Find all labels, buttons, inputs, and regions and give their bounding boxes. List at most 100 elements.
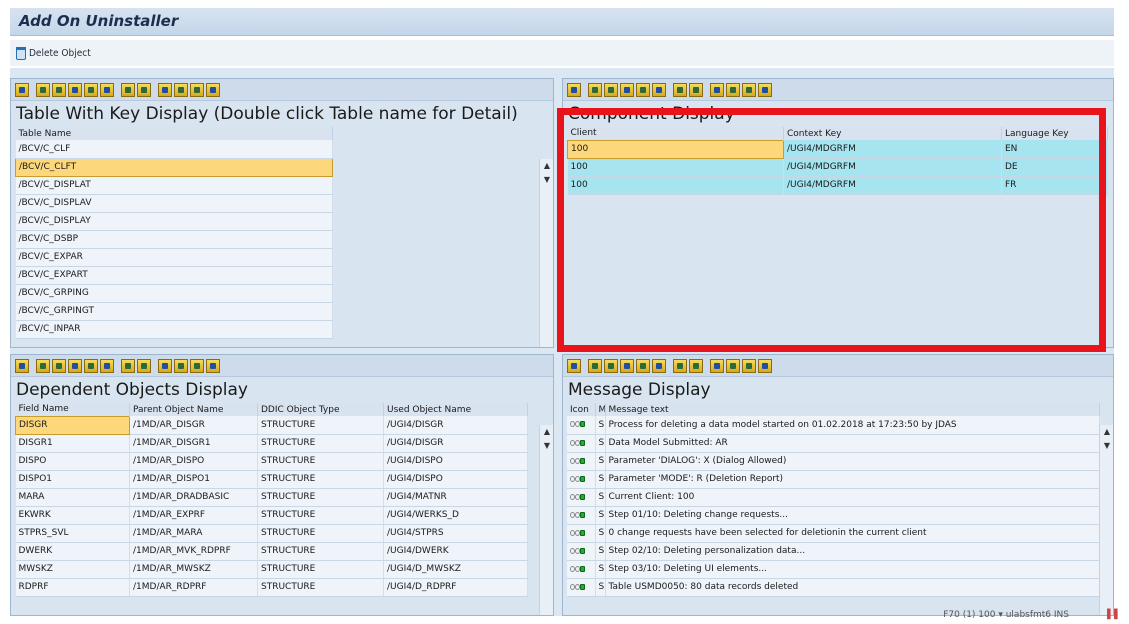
find-next-icon[interactable] — [84, 358, 98, 373]
subtotal-icon[interactable] — [689, 358, 703, 373]
scroll-up-icon[interactable]: ▲ — [1100, 425, 1113, 439]
parent-object-cell[interactable]: /1MD/AR_RDPRF — [129, 578, 258, 597]
table-row[interactable]: S Data Model Submitted: AR — [567, 434, 1100, 453]
table-row[interactable]: DISPO1/1MD/AR_DISPO1 STRUCTURE/UGI4/DISPO — [15, 470, 528, 489]
parent-object-cell[interactable]: /1MD/AR_MVK_RDPRF — [129, 542, 258, 561]
table-row[interactable]: RDPRF/1MD/AR_RDPRF STRUCTURE/UGI4/D_RDPRF — [15, 578, 528, 597]
column-header[interactable]: Icon — [567, 403, 596, 416]
sort-asc-icon[interactable] — [36, 358, 50, 373]
used-object-cell[interactable]: /UGI4/DISGR — [383, 434, 528, 453]
field-name-cell[interactable]: DISPO1 — [15, 470, 130, 489]
table-row[interactable]: MARA/1MD/AR_DRADBASIC STRUCTURE/UGI4/MATN… — [15, 488, 528, 507]
print-icon[interactable] — [158, 358, 172, 373]
subtotal-icon[interactable] — [137, 82, 151, 97]
layout-icon[interactable] — [758, 358, 772, 373]
views-icon[interactable] — [726, 82, 740, 97]
message-text-cell[interactable]: Parameter 'MODE': R (Deletion Report) — [605, 470, 1100, 489]
vertical-scrollbar[interactable]: ▲ ▼ — [539, 425, 553, 615]
field-name-cell[interactable]: RDPRF — [15, 578, 130, 597]
table-row[interactable]: /BCV/C_GRPING — [15, 284, 333, 303]
sum-icon[interactable] — [121, 358, 135, 373]
table-row[interactable]: /BCV/C_CLF — [15, 140, 333, 159]
sort-asc-icon[interactable] — [36, 82, 50, 97]
table-row[interactable]: /BCV/C_CLFT — [15, 157, 333, 177]
column-header[interactable]: Parent Object Name — [129, 403, 258, 416]
parent-object-cell[interactable]: /1MD/AR_MARA — [129, 524, 258, 543]
used-object-cell[interactable]: /UGI4/DISGR — [383, 416, 528, 435]
used-object-cell[interactable]: /UGI4/DWERK — [383, 542, 528, 561]
sort-desc-icon[interactable] — [604, 358, 618, 373]
filter-icon[interactable] — [652, 358, 666, 373]
scroll-down-icon[interactable]: ▼ — [540, 439, 553, 453]
export-icon[interactable] — [190, 82, 204, 97]
sort-desc-icon[interactable] — [604, 82, 618, 97]
table-row[interactable]: S Parameter 'DIALOG': X (Dialog Allowed) — [567, 452, 1100, 471]
parent-object-cell[interactable]: /1MD/AR_DISGR1 — [129, 434, 258, 453]
layout-icon[interactable] — [206, 82, 220, 97]
field-name-cell[interactable]: DISPO — [15, 452, 130, 471]
filter-icon[interactable] — [652, 82, 666, 97]
ddic-type-cell[interactable]: STRUCTURE — [257, 506, 384, 525]
used-object-cell[interactable]: /UGI4/D_RDPRF — [383, 578, 528, 597]
details-icon[interactable] — [567, 82, 581, 97]
parent-object-cell[interactable]: /1MD/AR_DISPO1 — [129, 470, 258, 489]
field-name-cell[interactable]: DWERK — [15, 542, 130, 561]
views-icon[interactable] — [726, 358, 740, 373]
parent-object-cell[interactable]: /1MD/AR_MWSKZ — [129, 560, 258, 579]
message-text-cell[interactable]: Step 02/10: Deleting personalization dat… — [605, 542, 1100, 561]
sum-icon[interactable] — [673, 82, 687, 97]
used-object-cell[interactable]: /UGI4/MATNR — [383, 488, 528, 507]
table-row[interactable]: S Parameter 'MODE': R (Deletion Report) — [567, 470, 1100, 489]
message-text-cell[interactable]: Parameter 'DIALOG': X (Dialog Allowed) — [605, 452, 1100, 471]
table-row[interactable]: DWERK/1MD/AR_MVK_RDPRF STRUCTURE/UGI4/DWE… — [15, 542, 528, 561]
table-row[interactable]: /BCV/C_DSBP — [15, 230, 333, 249]
field-name-cell[interactable]: MWSKZ — [15, 560, 130, 579]
sum-icon[interactable] — [673, 358, 687, 373]
table-row[interactable]: /BCV/C_EXPART — [15, 266, 333, 285]
used-object-cell[interactable]: /UGI4/STPRS — [383, 524, 528, 543]
column-header[interactable]: Used Object Name — [383, 403, 528, 416]
table-row[interactable]: DISGR1/1MD/AR_DISGR1 STRUCTURE/UGI4/DISGR — [15, 434, 528, 453]
table-row[interactable]: S Step 03/10: Deleting UI elements... — [567, 560, 1100, 579]
parent-object-cell[interactable]: /1MD/AR_EXPRF — [129, 506, 258, 525]
table-row[interactable]: /BCV/C_DISPLAY — [15, 212, 333, 231]
find-icon[interactable] — [620, 82, 634, 97]
table-row[interactable]: DISGR/1MD/AR_DISGR STRUCTURE/UGI4/DISGR — [15, 415, 528, 435]
used-object-cell[interactable]: /UGI4/WERKS_D — [383, 506, 528, 525]
parent-object-cell[interactable]: /1MD/AR_DISPO — [129, 452, 258, 471]
find-next-icon[interactable] — [84, 82, 98, 97]
details-icon[interactable] — [567, 358, 581, 373]
export-icon[interactable] — [742, 82, 756, 97]
parent-object-cell[interactable]: /1MD/AR_DISGR — [129, 416, 258, 435]
vertical-scrollbar[interactable]: ▲ ▼ — [1099, 425, 1113, 615]
scroll-down-icon[interactable]: ▼ — [1100, 439, 1113, 453]
views-icon[interactable] — [174, 358, 188, 373]
used-object-cell[interactable]: /UGI4/DISPO — [383, 470, 528, 489]
message-text-cell[interactable]: Process for deleting a data model starte… — [605, 416, 1100, 435]
scroll-down-icon[interactable]: ▼ — [540, 173, 553, 187]
table-row[interactable]: DISPO/1MD/AR_DISPO STRUCTURE/UGI4/DISPO — [15, 452, 528, 471]
layout-icon[interactable] — [206, 358, 220, 373]
table-row[interactable]: S Current Client: 100 — [567, 488, 1100, 507]
ddic-type-cell[interactable]: STRUCTURE — [257, 560, 384, 579]
table-row[interactable]: MWSKZ/1MD/AR_MWSKZ STRUCTURE/UGI4/D_MWSKZ — [15, 560, 528, 579]
used-object-cell[interactable]: /UGI4/DISPO — [383, 452, 528, 471]
ddic-type-cell[interactable]: STRUCTURE — [257, 470, 384, 489]
used-object-cell[interactable]: /UGI4/D_MWSKZ — [383, 560, 528, 579]
column-header[interactable]: Message text — [605, 403, 1100, 416]
find-next-icon[interactable] — [636, 82, 650, 97]
table-row[interactable]: S Step 02/10: Deleting personalization da… — [567, 542, 1100, 561]
print-icon[interactable] — [158, 82, 172, 97]
table-row[interactable]: STPRS_SVL/1MD/AR_MARA STRUCTURE/UGI4/STPR… — [15, 524, 528, 543]
sort-asc-icon[interactable] — [588, 82, 602, 97]
sum-icon[interactable] — [121, 82, 135, 97]
filter-icon[interactable] — [100, 82, 114, 97]
table-row[interactable]: /BCV/C_EXPAR — [15, 248, 333, 267]
subtotal-icon[interactable] — [689, 82, 703, 97]
subtotal-icon[interactable] — [137, 358, 151, 373]
table-row[interactable]: EKWRK/1MD/AR_EXPRF STRUCTURE/UGI4/WERKS_D — [15, 506, 528, 525]
layout-icon[interactable] — [758, 82, 772, 97]
message-text-cell[interactable]: Current Client: 100 — [605, 488, 1100, 507]
table-row[interactable]: /BCV/C_DISPLAT — [15, 176, 333, 195]
sort-desc-icon[interactable] — [52, 82, 66, 97]
